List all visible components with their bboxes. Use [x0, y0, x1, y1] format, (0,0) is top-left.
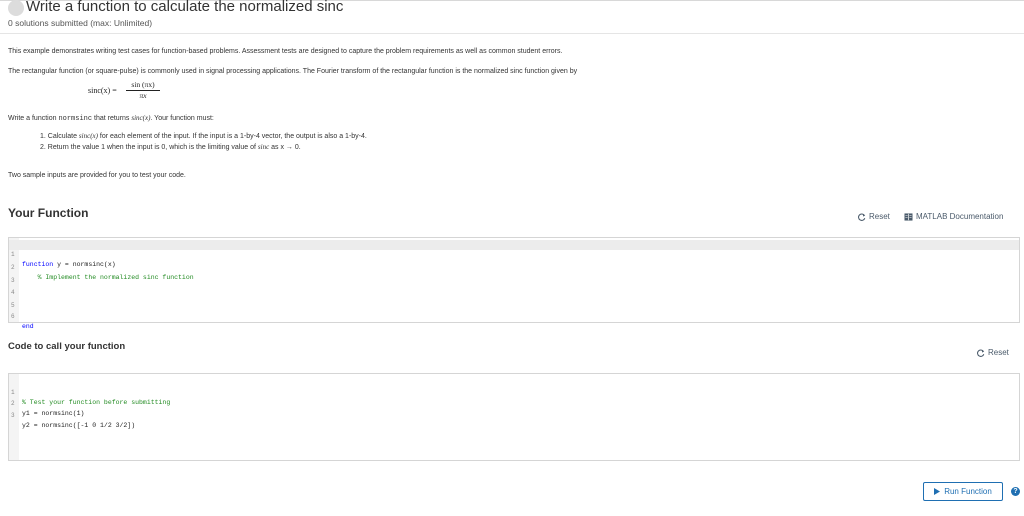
description-paragraph-4: Two sample inputs are provided for you t… [8, 172, 186, 179]
reset-label: Reset [869, 212, 890, 221]
list-item: 1. Calculate sinc(x) for each element of… [40, 132, 367, 140]
code-line: 5 [11, 302, 15, 309]
code-line: 4 [11, 289, 15, 296]
call-code-editor[interactable]: 1 % Test your function before submitting… [8, 373, 1020, 461]
function-code-editor[interactable]: 1 function y = normsinc(x) 2 % Implement… [8, 237, 1020, 330]
code-line: 1 function y = normsinc(x) [9, 240, 1019, 268]
play-icon [934, 488, 941, 495]
help-icon[interactable]: ? [1011, 487, 1020, 496]
run-function-button[interactable]: Run Function [923, 482, 1003, 501]
header-divider [0, 33, 1024, 34]
reset-label: Reset [988, 348, 1009, 357]
description-paragraph-1: This example demonstrates writing test c… [8, 48, 563, 55]
formula-numerator: sin (πx) [126, 80, 160, 91]
code-line: 3 [11, 277, 15, 284]
code-line: 2 y1 = normsinc(1) [11, 400, 85, 417]
call-function-title: Code to call your function [8, 341, 126, 352]
reset-icon [858, 213, 866, 221]
matlab-documentation-link[interactable]: MATLAB Documentation [904, 212, 1003, 221]
code-line: 3 y2 = normsinc([-1 0 1/2 3/2]) [11, 412, 136, 429]
status-circle-icon [8, 0, 24, 16]
reset-icon [977, 349, 985, 357]
p3-function-name: normsinc [58, 115, 93, 123]
reset-function-button[interactable]: Reset [858, 212, 890, 221]
p3-text-b: that returns [92, 115, 132, 122]
formula-fraction: sin (πx) πx [126, 80, 160, 100]
requirements-list: 1. Calculate sinc(x) for each element of… [40, 132, 367, 154]
run-function-label: Run Function [944, 487, 992, 496]
code-line: 1 % Test your function before submitting [11, 389, 171, 406]
formula-denominator: πx [139, 91, 147, 100]
code-line: 2 % Implement the normalized sinc functi… [11, 264, 194, 281]
submission-count: 0 solutions submitted (max: Unlimited) [8, 18, 153, 28]
documentation-label: MATLAB Documentation [916, 212, 1004, 221]
reset-call-code-button[interactable]: Reset [977, 348, 1009, 357]
description-paragraph-2: The rectangular function (or square-puls… [8, 68, 578, 75]
your-function-title: Your Function [8, 206, 89, 220]
p3-math: sinc(x) [131, 114, 151, 122]
p3-text-c: . Your function must: [150, 115, 214, 122]
code-line: 6 end [11, 313, 34, 330]
formula-lhs: sinc(x) = [88, 86, 117, 95]
page-title: Write a function to calculate the normal… [26, 0, 344, 15]
description-paragraph-3: Write a function normsinc that returns s… [8, 114, 214, 123]
list-item: 2. Return the value 1 when the input is … [40, 143, 301, 151]
book-icon [904, 212, 913, 221]
p3-text-a: Write a function [8, 115, 59, 122]
